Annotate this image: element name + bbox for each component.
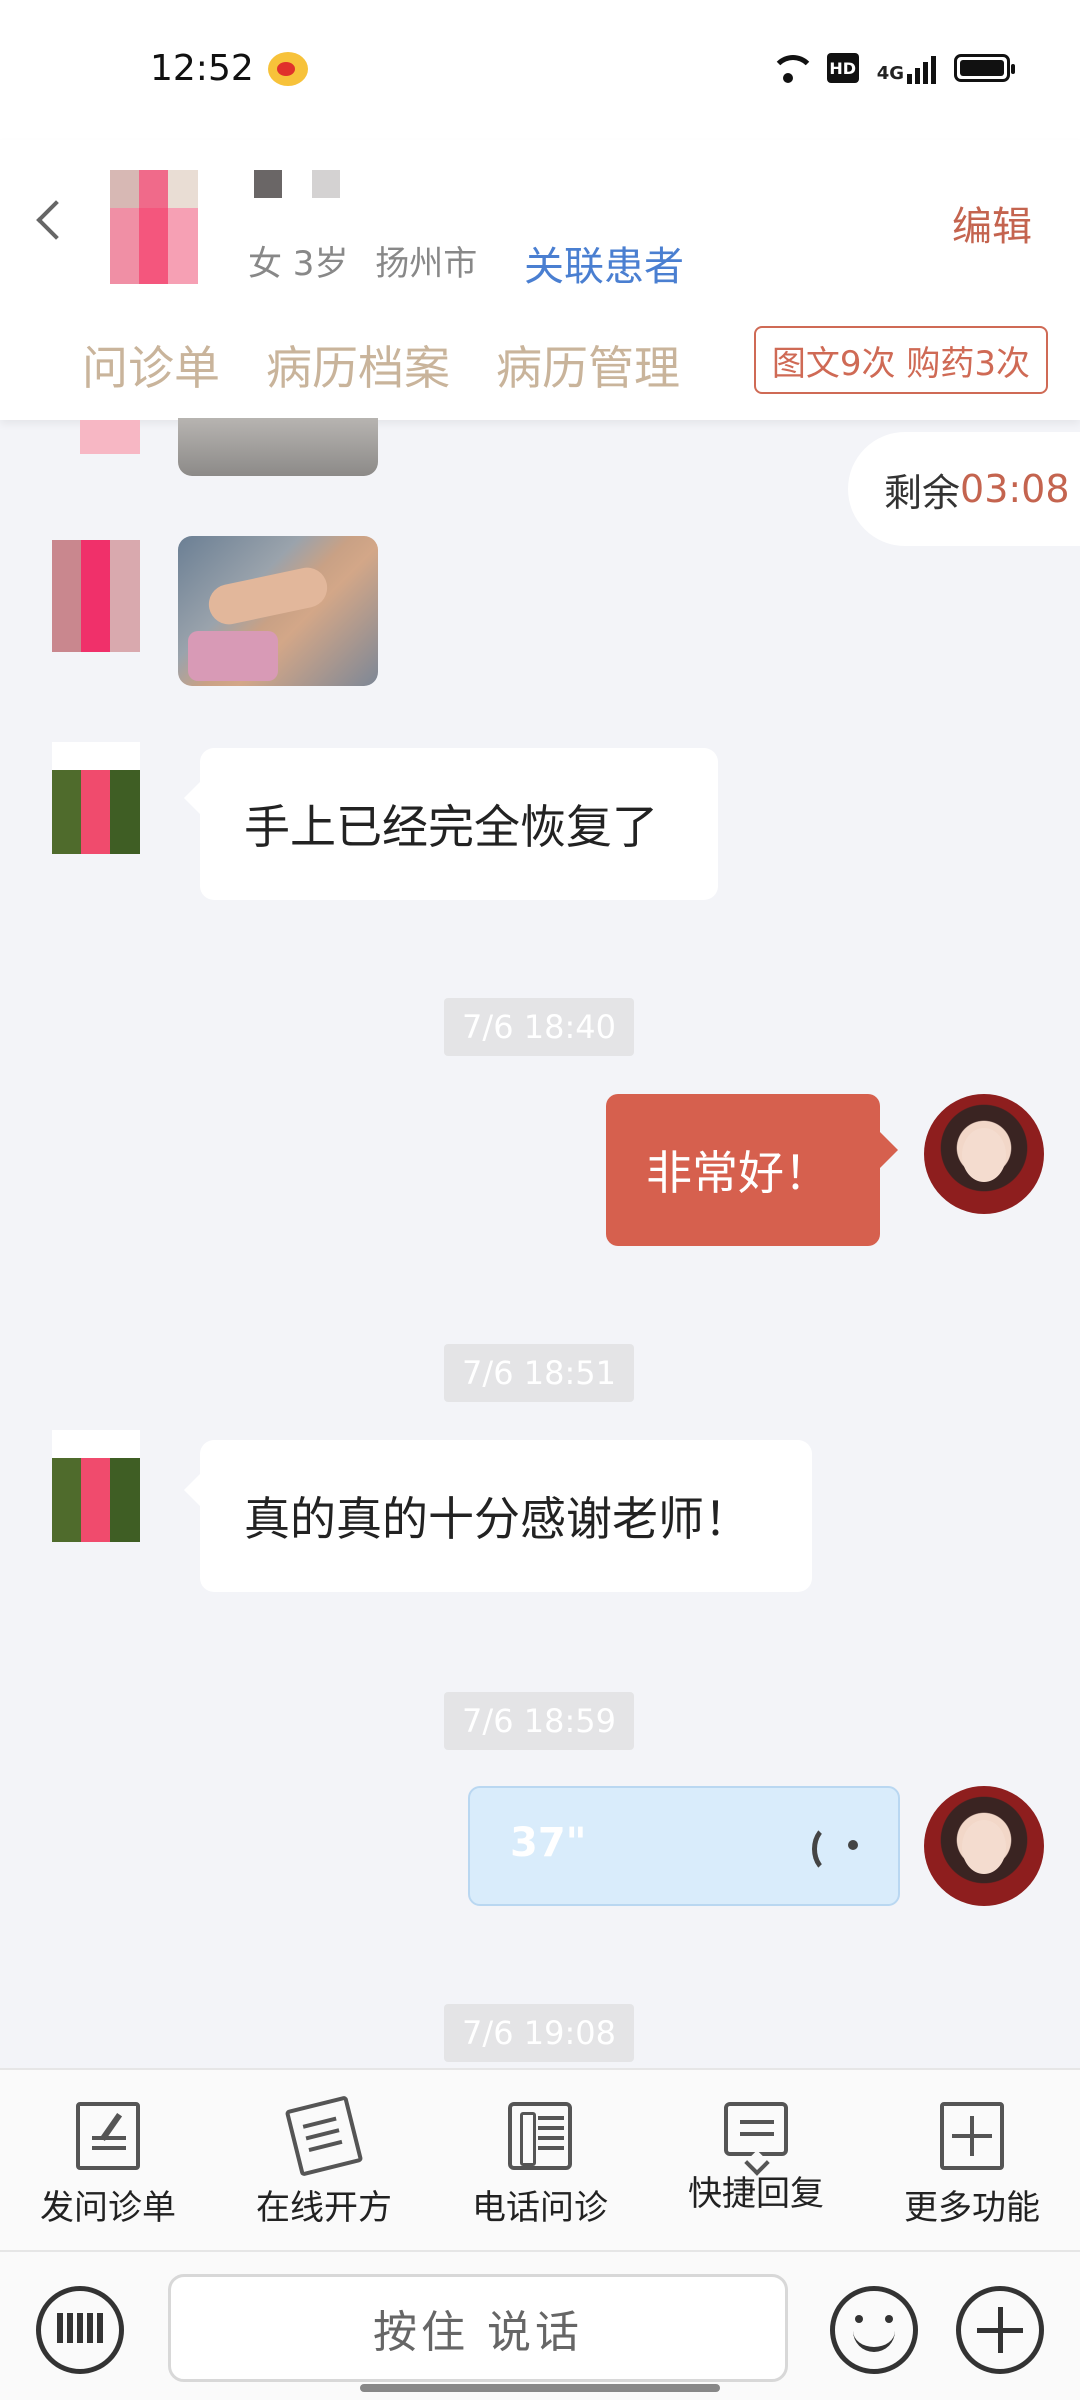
patient-avatar[interactable]	[52, 1430, 140, 1542]
edit-button[interactable]: 编辑	[952, 194, 1032, 252]
tab-record-management[interactable]: 病历管理	[496, 332, 680, 398]
record-tabs: 问诊单 病历档案 病历管理	[82, 332, 680, 398]
patient-header: 女 3岁 扬州市 关联患者 编辑 问诊单 病历档案 病历管理 图文9次 购药3次	[0, 140, 1080, 420]
tool-label: 电话问诊	[472, 2188, 608, 2228]
patient-avatar[interactable]	[52, 742, 140, 854]
battery-icon	[954, 54, 1015, 82]
image-message-partial[interactable]	[178, 418, 378, 476]
patient-meta: 女 3岁 扬州市	[248, 236, 493, 285]
form-icon	[76, 2102, 140, 2170]
message-text: 非常好！	[646, 1146, 830, 1200]
remaining-label: 剩余	[884, 470, 961, 515]
tool-label: 更多功能	[904, 2188, 1040, 2228]
message-bubble-incoming[interactable]: 真的真的十分感谢老师！	[184, 1440, 812, 1592]
wifi-icon	[767, 53, 816, 83]
patient-avatar[interactable]	[52, 540, 140, 652]
quick-reply-icon	[724, 2102, 788, 2156]
tool-label: 在线开方	[256, 2188, 392, 2228]
more-functions-button[interactable]: 更多功能	[864, 2070, 1080, 2250]
input-bar: 按住 说话	[0, 2250, 1080, 2400]
timestamp: 7/6 18:51	[444, 1344, 634, 1402]
patient-city: 扬州市	[375, 244, 478, 284]
status-bar: 12:52 HD 4G	[0, 0, 1080, 140]
tab-medical-records[interactable]: 病历档案	[266, 332, 450, 398]
online-prescription-button[interactable]: 在线开方	[216, 2070, 432, 2250]
patient-avatar[interactable]	[110, 170, 198, 284]
plus-square-icon	[940, 2102, 1004, 2170]
network-type: 4G	[876, 63, 904, 84]
image-message[interactable]	[178, 536, 378, 686]
quick-reply-button[interactable]: 快捷回复	[648, 2070, 864, 2250]
phone-consult-button[interactable]: 电话问诊	[432, 2070, 648, 2250]
message-text: 真的真的十分感谢老师！	[244, 1492, 750, 1546]
timestamp: 7/6 18:40	[444, 998, 634, 1056]
link-patient-button[interactable]: 关联患者	[524, 234, 684, 292]
voice-message[interactable]: 37"	[468, 1786, 900, 1906]
service-count-badge[interactable]: 图文9次 购药3次	[753, 326, 1048, 394]
message-bubble-incoming[interactable]: 手上已经完全恢复了	[184, 748, 718, 900]
voice-wave-icon	[812, 1818, 858, 1874]
back-button[interactable]	[34, 198, 62, 244]
doctor-avatar[interactable]	[924, 1786, 1044, 1906]
timestamp: 7/6 19:08	[444, 2004, 634, 2062]
remaining-time-pill: 剩余 03:08	[848, 432, 1080, 546]
phone-icon	[508, 2102, 572, 2170]
status-icons: HD 4G	[767, 52, 1015, 84]
keyboard-toggle-button[interactable]	[36, 2286, 124, 2374]
weibo-notification-icon	[268, 52, 308, 86]
message-text: 手上已经完全恢复了	[244, 800, 658, 854]
tool-label: 发问诊单	[40, 2188, 176, 2228]
emoji-button[interactable]	[830, 2286, 918, 2374]
doctor-avatar[interactable]	[924, 1094, 1044, 1214]
clock: 12:52	[150, 48, 254, 89]
action-toolbar: 发问诊单 在线开方 电话问诊 快捷回复 更多功能	[0, 2068, 1080, 2250]
remaining-timer: 03:08	[960, 467, 1070, 511]
home-indicator[interactable]	[360, 2384, 720, 2392]
hd-icon: HD	[826, 53, 859, 83]
timestamp: 7/6 18:59	[444, 1692, 634, 1750]
signal-icon: 4G	[877, 52, 936, 84]
patient-name-redacted	[254, 170, 282, 198]
plus-button[interactable]	[956, 2286, 1044, 2374]
patient-name-redacted-2	[312, 170, 340, 198]
voice-duration: 37"	[510, 1820, 587, 1866]
tab-consultation-form[interactable]: 问诊单	[82, 332, 220, 398]
message-bubble-outgoing[interactable]: 非常好！	[606, 1094, 898, 1246]
patient-gender-age: 女 3岁	[248, 244, 349, 284]
patient-avatar-partial[interactable]	[80, 420, 140, 454]
prescription-icon	[284, 2095, 364, 2177]
hold-to-talk-button[interactable]: 按住 说话	[168, 2274, 788, 2382]
send-form-button[interactable]: 发问诊单	[0, 2070, 216, 2250]
